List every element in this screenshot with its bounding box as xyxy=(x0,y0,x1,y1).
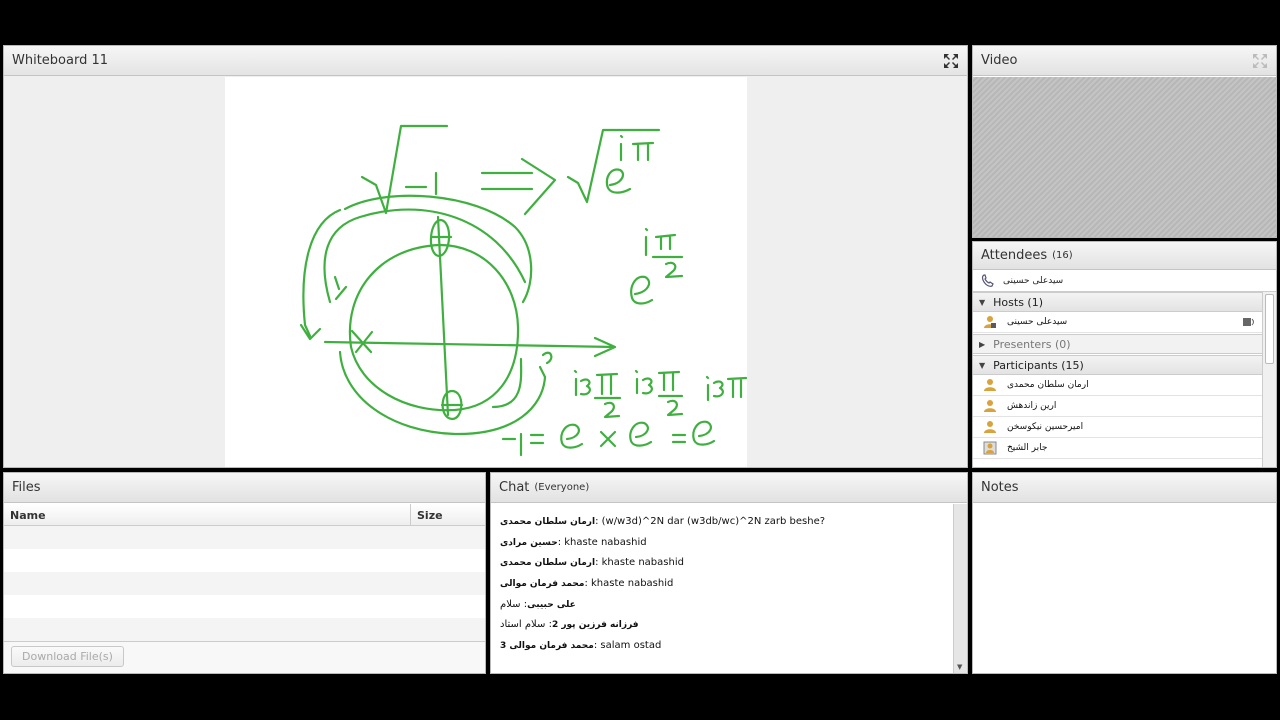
notes-header: Notes xyxy=(973,473,1276,503)
chat-message: ارمان سلطان محمدی: (w/w3d)^2N dar (w3db/… xyxy=(500,516,953,537)
attendees-header: Attendees (16) xyxy=(973,242,1276,270)
attendees-scrollbar[interactable] xyxy=(1262,292,1276,467)
attendees-scrollbar-thumb[interactable] xyxy=(1265,294,1274,364)
fullscreen-icon[interactable] xyxy=(1252,53,1268,69)
participant-row[interactable]: جابر الشیخ xyxy=(973,438,1262,459)
file-row xyxy=(4,549,485,572)
video-area xyxy=(973,77,1276,237)
file-row xyxy=(4,595,485,618)
user-icon xyxy=(984,400,996,412)
chat-title: Chat xyxy=(499,480,530,495)
participant-row[interactable]: ارمان سلطان محمدی xyxy=(973,375,1262,396)
files-header: Files xyxy=(4,473,485,503)
download-files-button[interactable]: Download File(s) xyxy=(11,646,124,667)
scroll-down-arrow-icon[interactable]: ▼ xyxy=(957,663,962,671)
host-name: سیدعلی حسینی xyxy=(1007,317,1068,327)
group-hosts[interactable]: ▼ Hosts (1) xyxy=(973,292,1262,312)
video-pod: Video xyxy=(972,45,1277,238)
user-icon xyxy=(983,441,997,455)
files-pod: Files Name Size Download File(s) xyxy=(3,472,486,674)
chat-sender: علی حبیبی xyxy=(527,599,576,610)
chat-sender: محمد فرمان موالی 3 xyxy=(500,641,594,652)
presenter-icon xyxy=(984,316,996,328)
whiteboard-pod: Whiteboard 11 xyxy=(3,45,968,468)
whiteboard-title: Whiteboard 11 xyxy=(12,53,109,68)
speaker-icon[interactable] xyxy=(1242,315,1256,329)
column-name[interactable]: Name xyxy=(10,509,46,522)
participant-name: ارین زاندهش xyxy=(1007,401,1057,411)
chat-text: : salam ostad xyxy=(593,640,662,652)
chat-message: محمد فرمان موالی 3: salam ostad xyxy=(500,640,953,661)
host-row[interactable]: سیدعلی حسینی xyxy=(973,312,1262,333)
file-row xyxy=(4,526,485,549)
user-icon xyxy=(984,421,996,433)
attendees-title: Attendees xyxy=(981,248,1048,263)
video-title: Video xyxy=(981,53,1018,68)
expanded-triangle-icon: ▼ xyxy=(979,297,986,307)
chat-sender: ارمان سلطان محمدی xyxy=(500,517,596,527)
whiteboard-header: Whiteboard 11 xyxy=(4,46,967,76)
column-divider[interactable] xyxy=(410,504,411,526)
notes-title: Notes xyxy=(981,480,1019,495)
fullscreen-icon[interactable] xyxy=(943,53,959,69)
chat-sender: فرزانه فرزین پور 2 xyxy=(551,620,639,631)
whiteboard-canvas[interactable] xyxy=(225,77,748,467)
chat-text: : سلام استاد xyxy=(500,619,552,631)
notes-pod: Notes xyxy=(972,472,1277,674)
chat-text: : khaste nabashid xyxy=(584,578,674,590)
expanded-triangle-icon: ▼ xyxy=(979,360,986,370)
chat-text: : khaste nabashid xyxy=(595,557,684,569)
files-column-header: Name Size xyxy=(4,504,485,526)
chat-sender: محمد فرمان موالی xyxy=(500,579,585,590)
column-size[interactable]: Size xyxy=(417,509,443,522)
chat-text: : khaste nabashid xyxy=(557,536,647,548)
group-hosts-label: Hosts (1) xyxy=(993,295,1044,309)
file-row xyxy=(4,618,485,641)
chat-header: Chat (Everyone) xyxy=(491,473,967,503)
chat-scrollbar[interactable]: ▼ xyxy=(953,504,967,673)
chat-pod: Chat (Everyone) ارمان سلطان محمدی: (w/w3… xyxy=(490,472,968,674)
collapsed-triangle-icon: ▶ xyxy=(979,339,986,349)
chat-text: : سلام xyxy=(500,598,528,610)
chat-message: محمد فرمان موالی: khaste nabashid xyxy=(500,578,953,599)
notes-content[interactable] xyxy=(973,504,1276,673)
participant-row[interactable]: ارین زاندهش xyxy=(973,396,1262,417)
phone-icon xyxy=(981,274,994,287)
chat-message: علی حبیبی: سلام xyxy=(500,599,953,620)
group-presenters-label: Presenters (0) xyxy=(993,337,1071,351)
group-presenters[interactable]: ▶ Presenters (0) xyxy=(973,334,1262,354)
current-user-row[interactable]: سیدعلی حسینی xyxy=(973,271,1276,292)
participant-name: ارمان سلطان محمدی xyxy=(1007,380,1089,390)
chat-message: حسین مرادی: khaste nabashid xyxy=(500,537,953,558)
participant-name: جابر الشیخ xyxy=(1007,443,1048,453)
participant-row[interactable]: امیرحسین نیکوسخن xyxy=(973,417,1262,438)
chat-sender: حسین مرادی xyxy=(500,537,558,548)
chat-sender: ارمان سلطان محمدی xyxy=(500,558,596,569)
video-header: Video xyxy=(973,46,1276,76)
chat-message: ارمان سلطان محمدی: khaste nabashid xyxy=(500,557,953,578)
attendees-count: (16) xyxy=(1052,250,1073,261)
participant-name: امیرحسین نیکوسخن xyxy=(1007,422,1084,432)
chat-text: : (w/w3d)^2N dar (w3db/wc)^2N zarb beshe… xyxy=(595,516,826,527)
chat-messages: ارمان سلطان محمدی: (w/w3d)^2N dar (w3db/… xyxy=(491,504,953,673)
files-title: Files xyxy=(12,480,41,495)
chat-message: فرزانه فرزین پور 2: سلام استاد xyxy=(500,619,953,640)
whiteboard-drawing xyxy=(299,124,748,457)
group-participants[interactable]: ▼ Participants (15) xyxy=(973,355,1262,375)
attendees-pod: Attendees (16) سیدعلی حسینی ▼ Hosts (1) … xyxy=(972,241,1277,468)
chat-scope[interactable]: (Everyone) xyxy=(534,482,589,493)
file-row xyxy=(4,572,485,595)
current-user-name: سیدعلی حسینی xyxy=(1003,276,1064,286)
user-icon xyxy=(984,379,996,391)
group-participants-label: Participants (15) xyxy=(993,358,1084,372)
